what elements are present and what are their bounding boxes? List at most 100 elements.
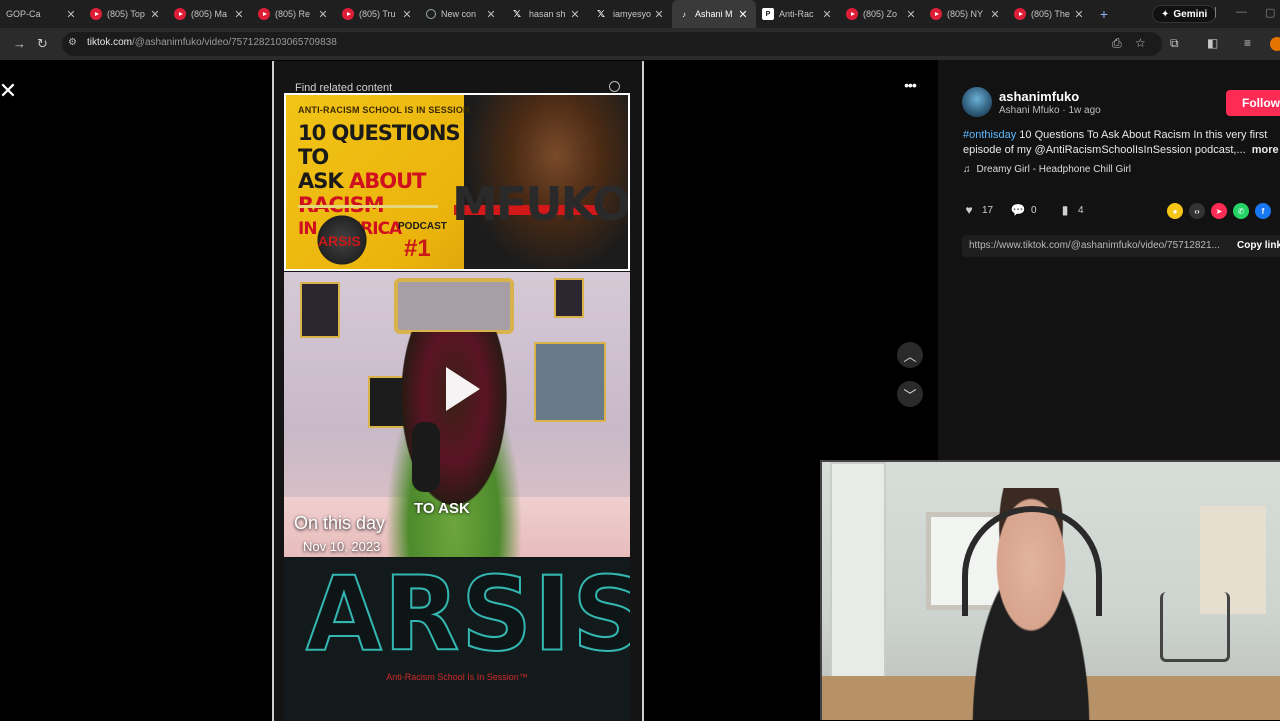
address-toolbar: → ↻ ⚙ tiktok.com/@ashanimfuko/video/7571… <box>0 28 1280 60</box>
comment-button[interactable]: 💬 0 <box>1011 203 1037 217</box>
follow-button[interactable]: Follow <box>1226 90 1280 116</box>
url-text[interactable]: tiktok.com/@ashanimfuko/video/7571282103… <box>87 37 337 48</box>
music-note-icon: ♫ <box>963 164 971 175</box>
browser-tab[interactable]: (805) Ma ✕ <box>168 0 252 28</box>
browser-tab[interactable]: P Anti-Rac ✕ <box>756 0 840 28</box>
browser-tab[interactable]: ♪ Ashani M ✕ <box>672 0 756 28</box>
podcast-thumbnail: ANTI-RACISM SCHOOL IS IN SESSION 10 QUES… <box>284 93 630 271</box>
bookmark-star-icon[interactable]: ☆ <box>1135 36 1146 50</box>
tab-title: (805) The <box>1031 9 1070 19</box>
whatsapp-icon[interactable]: ✆ <box>1233 203 1249 219</box>
browser-tab[interactable]: New con ✕ <box>420 0 504 28</box>
previous-video-button[interactable]: ︿ <box>897 342 923 368</box>
share-link-box: https://www.tiktok.com/@ashanimfuko/vide… <box>962 235 1280 257</box>
youtube-icon <box>846 8 858 20</box>
url-host: tiktok.com <box>87 37 133 48</box>
play-icon[interactable] <box>446 367 480 411</box>
browser-tab[interactable]: 𝕏hasan sh ✕ <box>504 0 588 28</box>
like-button[interactable]: ♥ 17 <box>962 203 993 217</box>
browser-tab[interactable]: (805) Top ✕ <box>84 0 168 28</box>
sound-link[interactable]: ♫ Dreamy Girl - Headphone Chill Girl <box>963 164 1131 175</box>
extensions-icon[interactable]: ⧉ <box>1170 36 1179 51</box>
save-button[interactable]: ▮ 4 <box>1058 203 1084 217</box>
minimize-button[interactable]: — <box>1236 6 1247 18</box>
close-tab-icon[interactable]: ✕ <box>232 8 246 21</box>
close-tab-icon[interactable]: ✕ <box>736 8 750 21</box>
close-tab-icon[interactable]: ✕ <box>400 8 414 21</box>
new-tab-button[interactable]: + <box>1092 6 1116 22</box>
coin-share-icon[interactable]: ● <box>1167 203 1183 219</box>
video-caption: TO ASK <box>414 500 470 517</box>
tab-title: (805) NY <box>947 9 984 19</box>
bookmark-icon: ▮ <box>1061 203 1069 217</box>
description-line-2: episode of my @AntiRacismSchoolIsInSessi… <box>963 144 1246 156</box>
facebook-icon[interactable]: f <box>1255 203 1271 219</box>
tab-title: (805) Zo <box>863 9 898 19</box>
gold-mirror <box>394 278 514 334</box>
browser-tab[interactable]: (805) Re ✕ <box>252 0 336 28</box>
circle-icon <box>426 9 436 19</box>
send-icon[interactable]: ➤ <box>1211 203 1227 219</box>
browser-tab[interactable]: GOP-Ca ✕ <box>0 0 84 28</box>
site-settings-icon[interactable]: ⚙ <box>68 37 77 48</box>
tab-title: (805) Tru <box>359 9 396 19</box>
youtube-icon <box>174 8 186 20</box>
hashtag-link[interactable]: #onthisday <box>963 129 1016 141</box>
host-figure <box>374 332 534 557</box>
search-icon[interactable] <box>609 81 620 92</box>
gemini-button[interactable]: ✦ Gemini <box>1152 5 1217 23</box>
post-time: 1w ago <box>1068 105 1101 116</box>
avatar[interactable] <box>962 87 992 117</box>
close-tab-icon[interactable]: ✕ <box>148 8 162 21</box>
profile-avatar[interactable] <box>1270 37 1280 51</box>
close-tab-icon[interactable]: ✕ <box>1072 8 1086 21</box>
youtube-icon <box>90 8 102 20</box>
close-tab-icon[interactable]: ✕ <box>988 8 1002 21</box>
youtube-icon <box>258 8 270 20</box>
reading-list-icon[interactable]: ≡ <box>1244 36 1251 50</box>
install-app-icon[interactable]: ⎙ <box>1112 36 1122 51</box>
close-tab-icon[interactable]: ✕ <box>64 8 78 21</box>
author-username[interactable]: ashanimfuko <box>999 89 1079 104</box>
close-tab-icon[interactable]: ✕ <box>484 8 498 21</box>
close-icon[interactable]: ✕ <box>0 78 20 104</box>
close-tab-icon[interactable]: ✕ <box>904 8 918 21</box>
browser-tab[interactable]: (805) The ✕ <box>1008 0 1092 28</box>
maximize-button[interactable]: ▢ <box>1265 6 1275 19</box>
side-panel-icon[interactable]: ◧ <box>1207 36 1218 50</box>
tab-title: Ashani M <box>695 9 733 19</box>
forward-arrow-icon[interactable]: → <box>13 36 26 52</box>
find-related-search[interactable]: Find related content <box>286 79 630 99</box>
next-video-button[interactable]: ﹀ <box>897 381 923 407</box>
close-tab-icon[interactable]: ✕ <box>316 8 330 21</box>
browser-tab[interactable]: (805) Tru ✕ <box>336 0 420 28</box>
tab-title: Anti-Rac <box>779 9 814 19</box>
tab-title: (805) Re <box>275 9 311 19</box>
close-tab-icon[interactable]: ✕ <box>568 8 582 21</box>
browser-tab[interactable]: (805) NY ✕ <box>924 0 1008 28</box>
tab-strip: GOP-Ca ✕ (805) Top ✕ (805) Ma ✕ (805) Re ✕ (805)… <box>0 0 1280 28</box>
wall-art <box>534 342 606 422</box>
webcam-overlay <box>820 460 1280 720</box>
address-bar[interactable]: ⚙ tiktok.com/@ashanimfuko/video/75712821… <box>62 32 1162 56</box>
headline-line-2a: ASK <box>298 169 349 193</box>
x-icon: 𝕏 <box>596 8 606 20</box>
more-link[interactable]: more <box>1252 144 1279 156</box>
share-link-text[interactable]: https://www.tiktok.com/@ashanimfuko/vide… <box>969 240 1227 251</box>
patreon-icon: P <box>762 8 774 20</box>
wall-art <box>300 282 340 338</box>
reload-icon[interactable]: ↻ <box>37 36 48 52</box>
browser-tab[interactable]: (805) Zo ✕ <box>840 0 924 28</box>
youtube-icon <box>930 8 942 20</box>
copy-link-button[interactable]: Copy link <box>1237 240 1280 251</box>
search-placeholder: Find related content <box>295 82 393 94</box>
episode-number: #1 <box>404 235 431 262</box>
browser-tab[interactable]: 𝕏iamyesyo ✕ <box>588 0 672 28</box>
author-meta: Ashani Mfuko · 1w ago <box>999 105 1101 116</box>
video-player[interactable]: ANTI-RACISM SCHOOL IS IN SESSION 10 QUES… <box>272 61 644 721</box>
embed-icon[interactable]: ‹› <box>1189 203 1205 219</box>
close-tab-icon[interactable]: ✕ <box>820 8 834 21</box>
close-tab-icon[interactable]: ✕ <box>652 8 666 21</box>
more-options-icon[interactable]: ••• <box>895 77 925 101</box>
wall-art <box>554 278 584 318</box>
